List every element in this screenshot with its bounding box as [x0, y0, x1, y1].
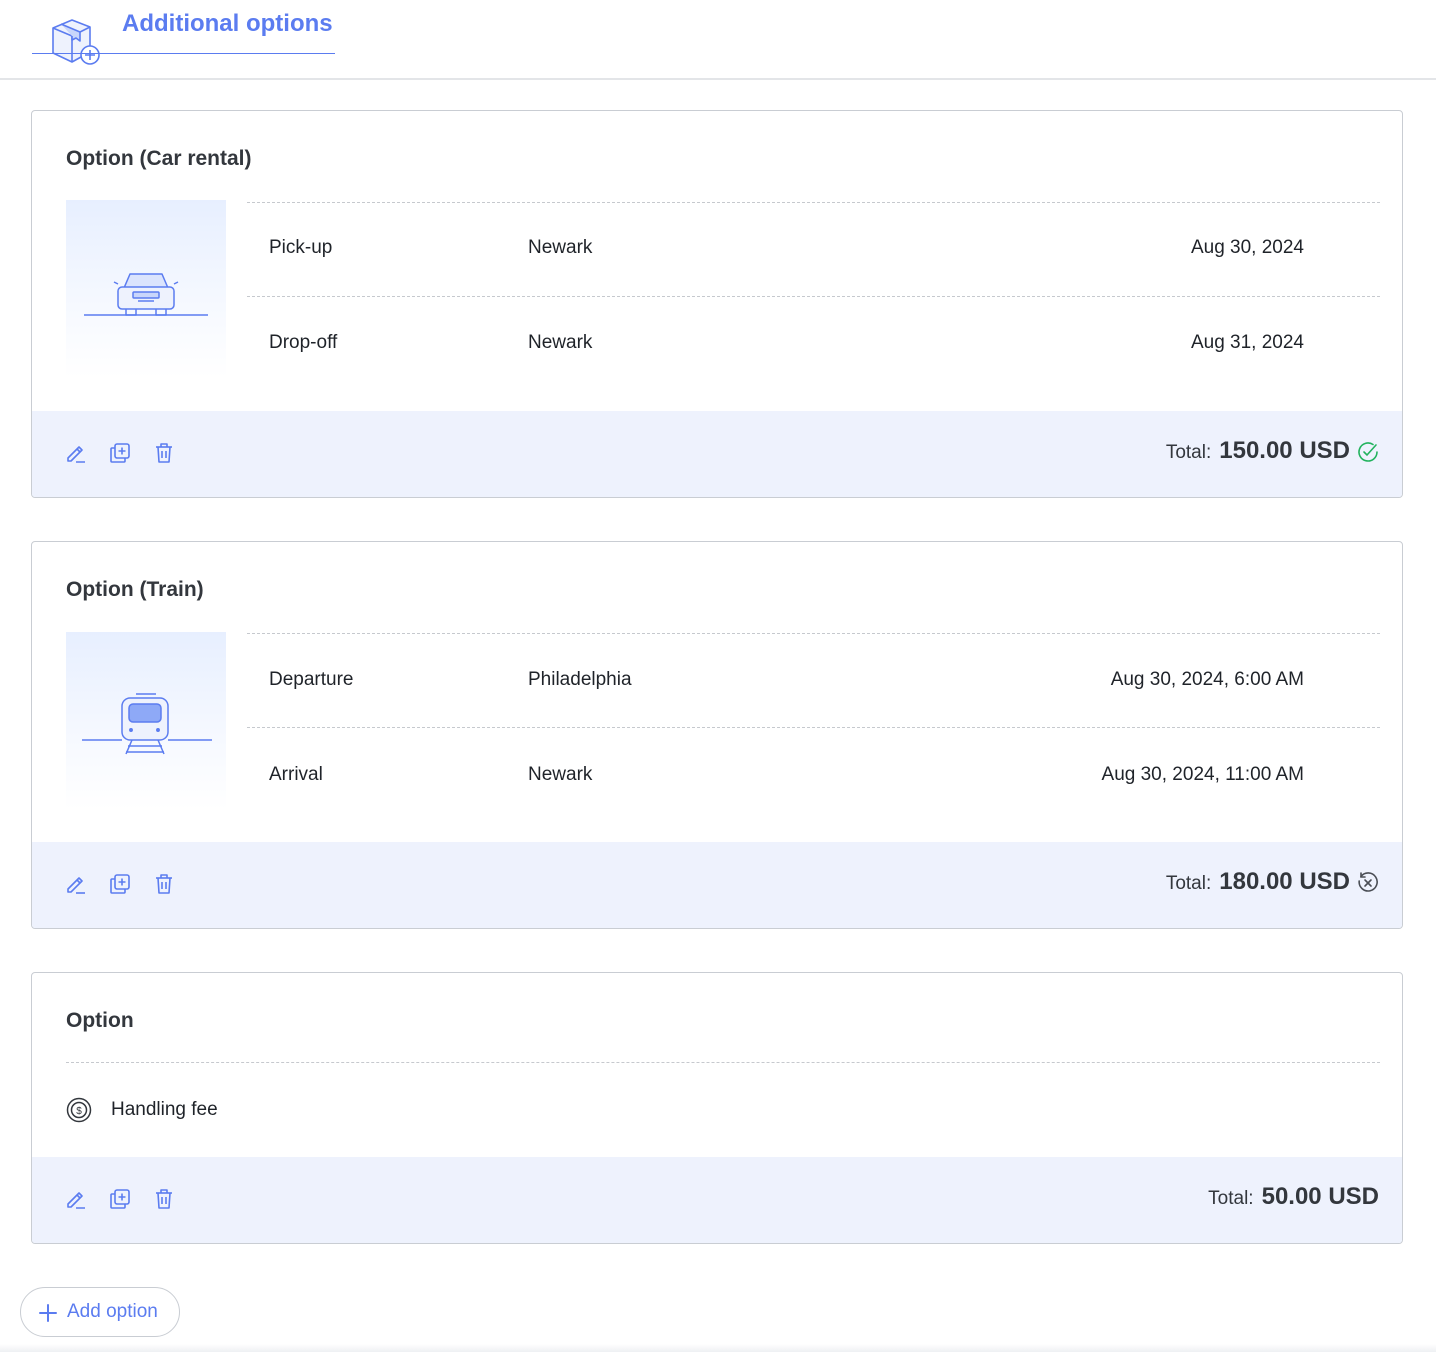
total-value: 50.00 USD	[1261, 1183, 1379, 1210]
dropoff-location: Newark	[528, 332, 593, 353]
total-label: Total:	[1208, 1188, 1254, 1209]
fee-label: Handling fee	[111, 1099, 218, 1120]
train-icon	[82, 693, 212, 755]
plus-icon	[39, 1304, 57, 1322]
pencil-icon[interactable]	[64, 872, 88, 896]
option-card-train: Option (Train) Departure Philadelphia Au…	[31, 541, 1403, 929]
pickup-location: Newark	[528, 237, 593, 258]
trash-icon[interactable]	[152, 441, 176, 465]
duplicate-icon[interactable]	[108, 872, 132, 896]
page-title: Additional options	[122, 10, 333, 37]
option-card-car-rental: Option (Car rental) Pick-up Newark Aug 3…	[31, 110, 1403, 498]
card-title: Option (Train)	[66, 578, 204, 601]
pickup-date: Aug 30, 2024	[1190, 237, 1304, 258]
trash-icon[interactable]	[152, 1187, 176, 1211]
row-divider	[247, 202, 1380, 203]
total-label: Total:	[1165, 442, 1212, 463]
page-bottom-edge	[0, 1344, 1436, 1352]
arrival-location: Newark	[528, 764, 593, 785]
total-label: Total:	[1165, 873, 1212, 894]
row-divider	[247, 633, 1380, 634]
total: Total: 50.00 USD	[1208, 1183, 1379, 1213]
add-option-button[interactable]: Add option	[20, 1287, 180, 1337]
card-footer: Total: 150.00 USD	[32, 411, 1402, 497]
total: Total: 180.00 USD	[1166, 868, 1350, 898]
total: Total: 150.00 USD	[1166, 437, 1350, 467]
row-divider	[247, 296, 1380, 297]
card-title: Option (Car rental)	[66, 147, 252, 170]
duplicate-icon[interactable]	[108, 441, 132, 465]
car-icon	[84, 273, 208, 316]
arrival-date: Aug 30, 2024, 11:00 AM	[1101, 764, 1304, 785]
add-option-label: Add option	[67, 1301, 158, 1322]
trash-icon[interactable]	[152, 872, 176, 896]
option-card-fee: Option $ Handling fee Total: 50.00 USD	[31, 972, 1403, 1244]
car-thumbnail	[66, 200, 226, 378]
box-plus-icon	[52, 19, 100, 65]
check-circle-icon	[1358, 442, 1378, 462]
dropoff-date: Aug 31, 2024	[1190, 332, 1304, 353]
total-value: 180.00 USD	[1219, 868, 1350, 895]
cancel-circle-icon	[1358, 872, 1378, 892]
pencil-icon[interactable]	[64, 1187, 88, 1211]
departure-location: Philadelphia	[528, 669, 632, 690]
dropoff-label: Drop-off	[269, 332, 338, 353]
pencil-icon[interactable]	[64, 441, 88, 465]
train-thumbnail	[66, 632, 226, 810]
card-footer: Total: 180.00 USD	[32, 842, 1402, 928]
svg-text:$: $	[76, 1106, 82, 1117]
coin-icon: $	[66, 1097, 92, 1123]
row-divider	[66, 1062, 1380, 1063]
pickup-label: Pick-up	[269, 237, 333, 258]
arrival-label: Arrival	[269, 764, 323, 785]
title-underline	[32, 53, 335, 54]
duplicate-icon[interactable]	[108, 1187, 132, 1211]
departure-label: Departure	[269, 669, 354, 690]
departure-date: Aug 30, 2024, 6:00 AM	[1110, 669, 1304, 690]
total-value: 150.00 USD	[1219, 437, 1350, 464]
card-title: Option	[66, 1009, 134, 1032]
card-footer: Total: 50.00 USD	[32, 1157, 1402, 1243]
section-header: Additional options	[0, 0, 1436, 80]
row-divider	[247, 727, 1380, 728]
